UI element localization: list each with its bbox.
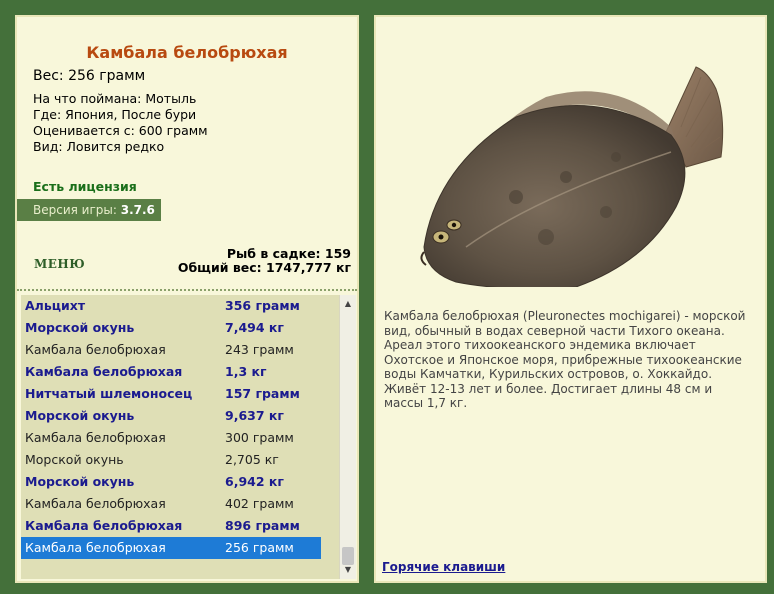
caught-on-text: На что поймана: Мотыль: [33, 91, 197, 106]
catch-list-item[interactable]: Камбала белобрюхая 256 грамм: [21, 537, 321, 559]
catch-fish-name: Морской окунь: [25, 320, 135, 335]
kind-text: Вид: Ловится редко: [33, 139, 165, 154]
catch-list-item[interactable]: Камбала белобрюхая 1,3 кг: [21, 361, 321, 383]
catch-fish-name: Камбала белобрюхая: [25, 518, 183, 533]
hotkeys-link[interactable]: Горячие клавиши: [382, 560, 505, 574]
catch-fish-weight: 356 грамм: [225, 298, 300, 313]
catch-fish-name: Морской окунь: [25, 452, 124, 467]
catch-fish-weight: 7,494 кг: [225, 320, 284, 335]
catch-fish-weight: 300 грамм: [225, 430, 294, 445]
flounder-image: [420, 66, 724, 287]
catch-list-item[interactable]: Камбала белобрюхая 896 грамм: [21, 515, 321, 537]
catch-fish-name: Камбала белобрюхая: [25, 540, 166, 555]
catch-list-item[interactable]: Камбала белобрюхая 402 грамм: [21, 493, 321, 515]
catch-fish-name: Морской окунь: [25, 408, 135, 423]
location-text: Где: Япония, После бури: [33, 107, 197, 122]
catch-list-scrollbar[interactable]: ▲ ▼: [339, 295, 356, 579]
catch-fish-name: Камбала белобрюхая: [25, 364, 183, 379]
catch-list-item[interactable]: Нитчатый шлемоносец 157 грамм: [21, 383, 321, 405]
catch-list-item[interactable]: Камбала белобрюхая 243 грамм: [21, 339, 321, 361]
scroll-up-icon[interactable]: ▲: [340, 297, 356, 311]
catch-list-item[interactable]: Альцихт 356 грамм: [21, 295, 321, 317]
fish-description: Камбала белобрюхая (Pleuronectes mochiga…: [384, 309, 746, 410]
catch-fish-weight: 6,942 кг: [225, 474, 284, 489]
catch-list-item[interactable]: Морской окунь 7,494 кг: [21, 317, 321, 339]
catch-fish-name: Альцихт: [25, 298, 86, 313]
catch-list-item[interactable]: Морской окунь 6,942 кг: [21, 471, 321, 493]
fish-details: На что поймана: Мотыль Где: Япония, Посл…: [33, 91, 208, 155]
catch-list-item[interactable]: Камбала белобрюхая 300 грамм: [21, 427, 321, 449]
catch-fish-name: Морской окунь: [25, 474, 135, 489]
catch-fish-name: Камбала белобрюхая: [25, 342, 166, 357]
catch-list-item[interactable]: Морской окунь 2,705 кг: [21, 449, 321, 471]
catch-fish-name: Камбала белобрюхая: [25, 430, 166, 445]
version-label: Версия игры:: [33, 203, 117, 217]
catch-fish-weight: 9,637 кг: [225, 408, 284, 423]
fish-description-panel: Камбала белобрюхая (Pleuronectes mochiga…: [374, 15, 767, 583]
fish-count: Рыб в садке: 159: [226, 246, 351, 261]
version-badge: Версия игры: 3.7.6: [17, 199, 161, 221]
catch-list[interactable]: Альцихт 356 грамм Морской окунь 7,494 кг Кам…: [21, 295, 339, 579]
license-status: Есть лицензия: [33, 179, 137, 194]
fish-info-panel: Камбала белобрюхая Вес: 256 грамм На что…: [15, 15, 359, 583]
scroll-down-icon[interactable]: ▼: [340, 563, 356, 577]
menu-button[interactable]: МЕНЮ: [34, 257, 85, 271]
fish-title: Камбала белобрюхая: [86, 43, 288, 62]
catch-fish-weight: 157 грамм: [225, 386, 300, 401]
cage-stats: Рыб в садке: 159 Общий вес: 1747,777 кг: [178, 247, 351, 275]
rated-from-text: Оценивается с: 600 грамм: [33, 123, 208, 138]
catch-list-item[interactable]: Морской окунь 9,637 кг: [21, 405, 321, 427]
version-number: 3.7.6: [120, 203, 155, 217]
catch-fish-weight: 2,705 кг: [225, 452, 279, 467]
fish-weight: Вес: 256 грамм: [33, 68, 146, 84]
catch-fish-weight: 1,3 кг: [225, 364, 267, 379]
total-weight: Общий вес: 1747,777 кг: [177, 260, 351, 275]
divider: [17, 289, 357, 291]
catch-fish-weight: 896 грамм: [225, 518, 300, 533]
catch-fish-weight: 256 грамм: [225, 540, 294, 555]
catch-fish-name: Нитчатый шлемоносец: [25, 386, 193, 401]
catch-fish-name: Камбала белобрюхая: [25, 496, 166, 511]
catch-fish-weight: 243 грамм: [225, 342, 294, 357]
catch-fish-weight: 402 грамм: [225, 496, 294, 511]
